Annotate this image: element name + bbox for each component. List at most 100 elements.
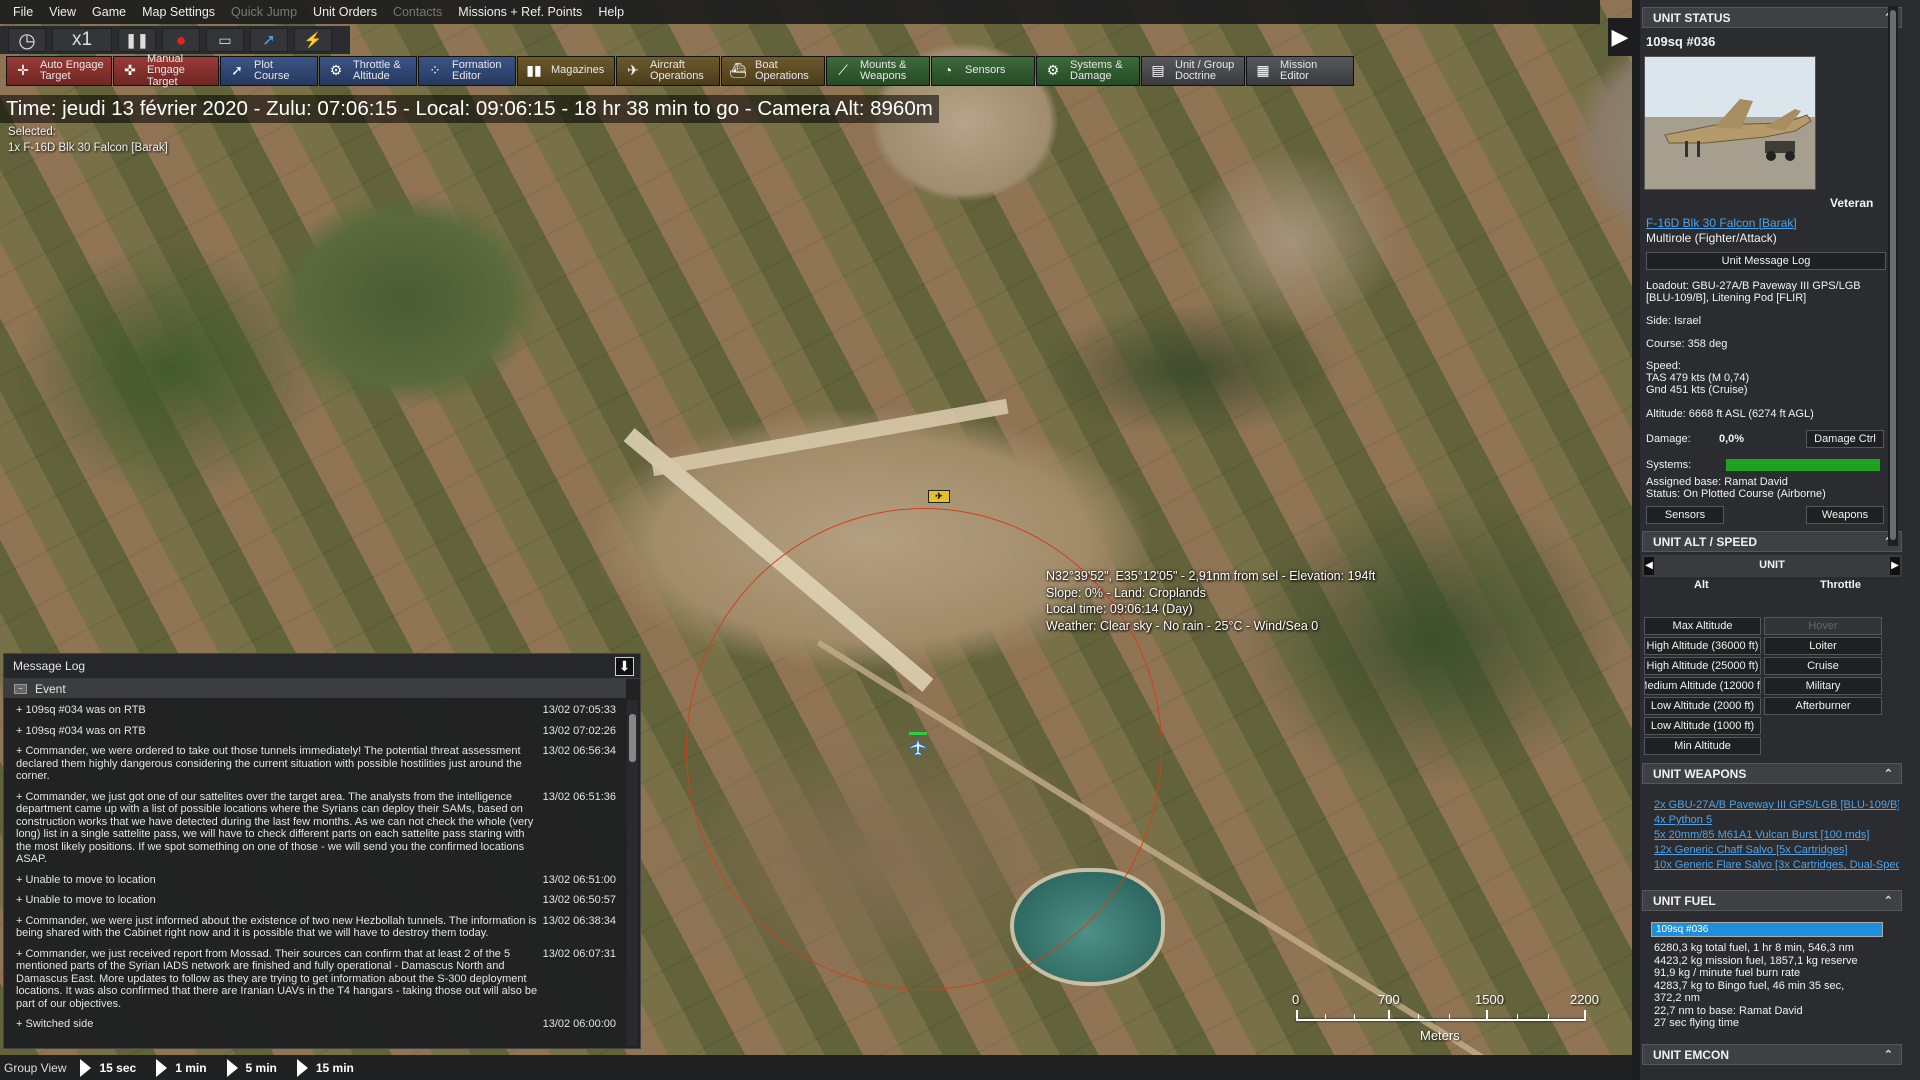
menu-item-file[interactable]: File	[5, 5, 41, 19]
clock-icon[interactable]: ◷	[8, 28, 46, 52]
panel-toggle-arrow-icon[interactable]: ▶	[1608, 18, 1632, 56]
throttle-button-afterburner[interactable]: Afterburner	[1764, 697, 1882, 715]
menu-item-help[interactable]: Help	[590, 5, 632, 19]
menu-item-unit-orders[interactable]: Unit Orders	[305, 5, 385, 19]
cmd-systems-damage-button[interactable]: ⚙ Systems & Damage	[1036, 56, 1140, 86]
weapon-link[interactable]: 10x Generic Flare Salvo [3x Cartridges, …	[1654, 858, 1899, 873]
menu-item-missions-ref-points[interactable]: Missions + Ref. Points	[450, 5, 590, 19]
cmd-manual-engage-target-button[interactable]: ✜ Manual Engage Target	[113, 53, 219, 87]
message-row[interactable]: + Commander, we were ordered to take out…	[4, 741, 624, 787]
airbase-marker-icon[interactable]: ✈	[928, 490, 950, 503]
altitude-button-3[interactable]: Medium Altitude (12000 ft)	[1644, 677, 1761, 695]
step-1min[interactable]: 1 min	[175, 1061, 206, 1075]
pause-icon[interactable]: ❚❚	[118, 28, 156, 52]
altitude-button-1[interactable]: High Altitude (36000 ft)	[1644, 637, 1761, 655]
cmd-throttle-altitude-button[interactable]: ⚙ Throttle & Altitude	[319, 56, 417, 86]
next-arrow-icon[interactable]: ▶	[1890, 557, 1900, 575]
throttle-icon: ⚙	[329, 62, 343, 79]
play-step-icon[interactable]	[156, 1058, 168, 1077]
weapon-link[interactable]: 4x Python 5	[1654, 813, 1899, 828]
message-row[interactable]: + Unable to move to location 13/02 06:50:…	[4, 890, 624, 911]
message-row[interactable]: + Commander, we just got one of our satt…	[4, 787, 624, 870]
menu-item-view[interactable]: View	[41, 5, 84, 19]
menu-item-map-settings[interactable]: Map Settings	[134, 5, 223, 19]
unit-fuel-title: UNIT FUEL	[1653, 893, 1716, 908]
step-15sec[interactable]: 15 sec	[99, 1061, 136, 1075]
collapse-chevron-icon[interactable]: ⌃	[1884, 894, 1893, 907]
unit-message-log-button[interactable]: Unit Message Log	[1646, 252, 1886, 270]
alt-speed-header[interactable]: UNIT ALT / SPEED⌃	[1642, 531, 1902, 552]
message-row[interactable]: + Commander, we were just informed about…	[4, 911, 624, 944]
event-column-header[interactable]: − Event	[4, 679, 626, 698]
altitude-button-2[interactable]: High Altitude (25000 ft)	[1644, 657, 1761, 675]
throttle-button-cruise[interactable]: Cruise	[1764, 657, 1882, 675]
cmd-sensors-button[interactable]: ◔ Sensors	[931, 56, 1035, 86]
cmd-aircraft-operations-button[interactable]: ✈ Aircraft Operations	[616, 56, 720, 86]
vehicle-view-icon[interactable]: ▭	[206, 28, 244, 52]
cmd-auto-engage-target-button[interactable]: ✛ Auto Engage Target	[6, 56, 112, 86]
weapons-button[interactable]: Weapons	[1806, 506, 1884, 524]
record-icon[interactable]: ●	[162, 28, 200, 52]
unit-weapons-header[interactable]: UNIT WEAPONS ⌃	[1642, 763, 1902, 784]
cmd-plot-course-button[interactable]: ➚ Plot Course	[220, 56, 318, 86]
cursor-terrain: Slope: 0% - Land: Croplands	[1046, 585, 1206, 600]
message-row[interactable]: + Commander, we just received report fro…	[4, 944, 624, 1015]
step-5min[interactable]: 5 min	[246, 1061, 277, 1075]
altitude-button-0[interactable]: Max Altitude	[1644, 617, 1761, 635]
message-row[interactable]: + 109sq #034 was on RTB 13/02 07:02:26	[4, 721, 624, 742]
unit-status-header[interactable]: UNIT STATUS⌃	[1642, 7, 1902, 28]
menu-item-quick-jump[interactable]: Quick Jump	[223, 5, 305, 19]
message-text: + Commander, we were just informed about…	[16, 914, 537, 940]
damage-label: Damage:	[1646, 433, 1691, 445]
lightning-icon[interactable]: ⚡	[294, 28, 332, 52]
selected-units-label: Selected: 1x F-16D Blk 30 Falcon [Barak]	[8, 124, 168, 156]
cmd-unit-group-doctrine-button[interactable]: ▤ Unit / Group Doctrine	[1141, 56, 1245, 86]
cmd-mission-editor-button[interactable]: ▦ Mission Editor	[1246, 56, 1354, 86]
menu-item-game[interactable]: Game	[84, 5, 134, 19]
navigation-icon[interactable]: ➚	[250, 28, 288, 52]
collapse-chevron-icon[interactable]: ⌃	[1884, 1048, 1893, 1061]
weapon-link[interactable]: 2x GBU-27A/B Paveway III GPS/LGB [BLU-10…	[1654, 798, 1899, 813]
play-step-icon[interactable]	[296, 1058, 308, 1077]
unit-emcon-header[interactable]: UNIT EMCON ⌃	[1642, 1044, 1902, 1065]
message-text: + Commander, we just received report fro…	[16, 947, 538, 1010]
collapse-chevron-icon[interactable]: ⌃	[1884, 767, 1893, 780]
message-text: + Unable to move to location	[16, 894, 156, 906]
unit-info-panel: UNIT STATUS⌃ 109sq #036 Veteran F-16D Bl…	[1640, 0, 1920, 1080]
collapse-icon[interactable]: −	[14, 683, 27, 694]
cmd-boat-operations-button[interactable]: ⛴ Boat Operations	[721, 56, 825, 86]
target-icon: ✜	[124, 62, 136, 79]
panel-scrollbar[interactable]	[1888, 6, 1898, 546]
step-15min[interactable]: 15 min	[316, 1061, 354, 1075]
cmd-magazines-button[interactable]: ▮▮ Magazines	[517, 56, 615, 86]
damage-control-button[interactable]: Damage Ctrl	[1806, 430, 1884, 448]
altitude-button-6[interactable]: Min Altitude	[1644, 737, 1761, 755]
message-row[interactable]: + Switched side 13/02 06:00:00	[4, 1014, 624, 1035]
menu-item-contacts[interactable]: Contacts	[385, 5, 450, 19]
unit-fuel-header[interactable]: UNIT FUEL ⌃	[1642, 890, 1902, 911]
throttle-button-loiter[interactable]: Loiter	[1764, 637, 1882, 655]
weapon-link[interactable]: 12x Generic Chaff Salvo [5x Cartridges]	[1654, 843, 1899, 858]
menu-bar: File View Game Map Settings Quick Jump Unit O…	[0, 0, 1600, 24]
formation-icon: ⁘	[429, 62, 441, 79]
sensors-button[interactable]: Sensors	[1646, 506, 1724, 524]
play-step-icon[interactable]	[80, 1058, 92, 1077]
play-step-icon[interactable]	[226, 1058, 238, 1077]
download-arrow-icon[interactable]: ⬇	[615, 656, 634, 676]
command-toolbar: ✛ Auto Engage Target ✜ Manual Engage Target ➚ P…	[0, 53, 1490, 87]
selected-unit-marker[interactable]	[907, 732, 929, 758]
cmd-formation-editor-button[interactable]: ⁘ Formation Editor	[418, 56, 516, 86]
altitude-button-5[interactable]: Low Altitude (1000 ft)	[1644, 717, 1761, 735]
throttle-button-military[interactable]: Military	[1764, 677, 1882, 695]
unit-type-link[interactable]: F-16D Blk 30 Falcon [Barak]	[1646, 217, 1797, 230]
group-view-toggle[interactable]: Group View	[4, 1061, 66, 1075]
altitude-button-4[interactable]: Low Altitude (2000 ft)	[1644, 697, 1761, 715]
time-compression-button[interactable]: x1	[52, 28, 112, 52]
message-row[interactable]: + Unable to move to location 13/02 06:51:…	[4, 870, 624, 891]
course-icon: ➚	[231, 62, 243, 79]
cmd-mounts-weapons-button[interactable]: ⟋ Mounts & Weapons	[826, 56, 930, 86]
fuel-bar-label: 109sq #036	[1656, 924, 1709, 935]
weapon-link[interactable]: 5x 20mm/85 M61A1 Vulcan Burst [100 rnds]	[1654, 828, 1899, 843]
message-log-scrollbar[interactable]	[627, 700, 638, 1046]
message-row[interactable]: + 109sq #034 was on RTB 13/02 07:05:33	[4, 700, 624, 721]
